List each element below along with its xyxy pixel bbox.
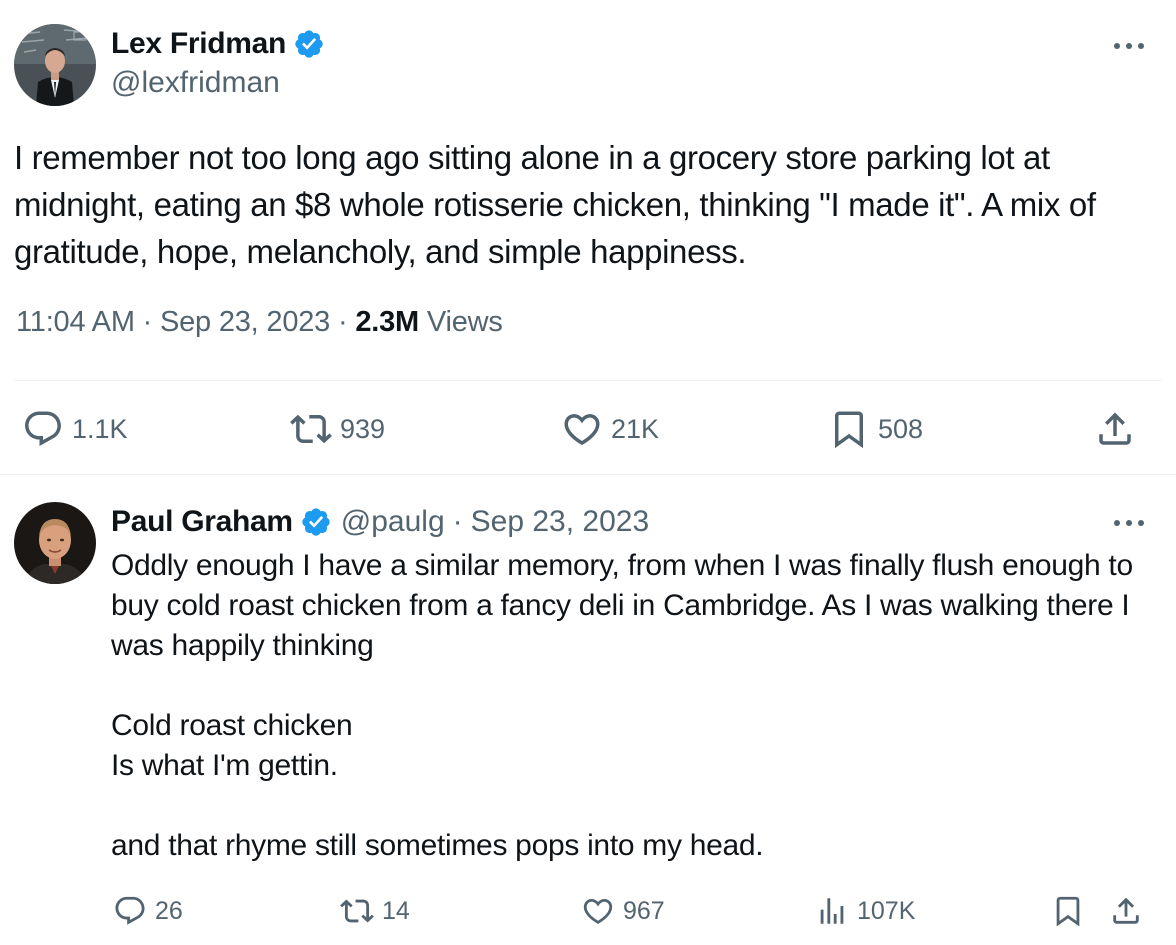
bookmark-icon <box>835 411 863 449</box>
repost-count: 939 <box>340 413 386 444</box>
tweet-metadata: 11:04 AM · Sep 23, 2023 · 2.3M Views <box>16 306 503 339</box>
reply-icon <box>25 411 61 446</box>
divider <box>0 474 1176 475</box>
reply-count: 1.1K <box>72 413 128 444</box>
avatar-image <box>14 502 96 584</box>
lex-fridman-avatar[interactable] <box>14 24 96 106</box>
verified-badge-icon[interactable] <box>293 28 325 60</box>
like-icon <box>583 898 613 924</box>
reply-button[interactable]: 1.1K <box>22 406 128 452</box>
repost-count: 14 <box>382 896 410 925</box>
reply-count: 26 <box>155 896 183 925</box>
reply-line: Cold roast chicken <box>111 709 353 742</box>
share-button[interactable] <box>1109 892 1143 930</box>
tweet-date[interactable]: Sep 23, 2023 <box>160 306 330 338</box>
verified-badge-icon[interactable] <box>300 506 332 538</box>
views-count: 107K <box>857 896 916 925</box>
more-icon[interactable] <box>1114 35 1144 57</box>
author-handle[interactable]: @paulg <box>341 505 445 539</box>
views-label: Views <box>426 306 503 338</box>
repost-button[interactable]: 939 <box>290 406 385 452</box>
reply-paragraph: Oddly enough I have a similar memory, fr… <box>111 549 1133 662</box>
author-name[interactable]: Paul Graham <box>111 505 293 539</box>
main-author-row: Lex Fridman <box>111 24 325 64</box>
like-button[interactable]: 21K <box>561 406 659 452</box>
share-icon <box>1113 897 1139 924</box>
main-tweet: Lex Fridman @lexfridman I remember not t… <box>0 0 1176 475</box>
separator: · <box>452 505 463 538</box>
views-count: 2.3M <box>355 306 419 338</box>
like-count: 21K <box>611 413 660 444</box>
reply-button[interactable]: 26 <box>113 892 183 930</box>
bookmark-button[interactable] <box>1051 892 1085 930</box>
separator: · <box>142 306 153 338</box>
separator: · <box>337 306 348 338</box>
like-icon <box>564 414 600 446</box>
reply-author-row: Paul Graham @paulg · Sep 23, 2023 <box>111 502 649 542</box>
views-button[interactable]: 107K <box>815 892 915 930</box>
bookmark-button[interactable]: 508 <box>828 406 923 452</box>
author-handle[interactable]: @lexfridman <box>111 66 280 100</box>
reply-text: Oddly enough I have a similar memory, fr… <box>111 546 1171 866</box>
bookmark-count: 508 <box>878 413 924 444</box>
tweet-text: I remember not too long ago sitting alon… <box>14 139 1096 270</box>
like-button[interactable]: 967 <box>581 892 665 930</box>
reply-line: Is what I'm gettin. <box>111 749 338 782</box>
views-icon <box>820 898 844 924</box>
tweet-time[interactable]: 11:04 AM <box>16 306 135 338</box>
bookmark-icon <box>1056 896 1080 927</box>
share-button[interactable] <box>1094 406 1136 452</box>
repost-icon <box>340 899 374 923</box>
author-name[interactable]: Lex Fridman <box>111 27 286 61</box>
repost-button[interactable]: 14 <box>340 892 410 930</box>
tweet-date[interactable]: Sep 23, 2023 <box>471 505 650 539</box>
divider <box>14 380 1162 381</box>
more-icon[interactable] <box>1114 512 1144 534</box>
like-count: 967 <box>623 896 665 925</box>
repost-icon <box>290 414 332 444</box>
paul-graham-avatar[interactable] <box>14 502 96 584</box>
avatar-image <box>14 24 96 106</box>
reply-paragraph: and that rhyme still sometimes pops into… <box>111 829 764 862</box>
share-icon <box>1099 412 1131 445</box>
reply-icon <box>115 896 145 925</box>
